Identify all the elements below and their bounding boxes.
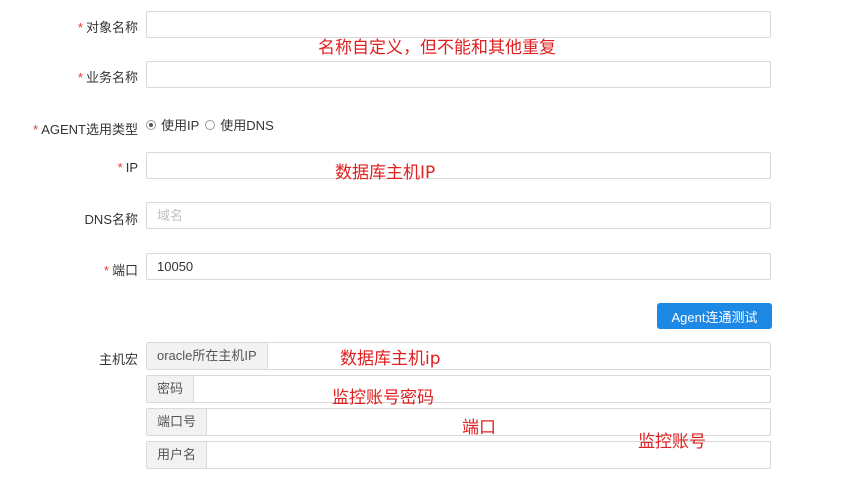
radio-use-dns-label[interactable]: 使用DNS bbox=[220, 115, 273, 134]
port-label: * 端口 bbox=[103, 263, 138, 278]
dns-name-label: DNS名称 bbox=[84, 212, 138, 227]
business-name-label: * 业务名称 bbox=[77, 70, 138, 85]
agent-connectivity-test-button[interactable]: Agent连通测试 bbox=[657, 303, 772, 329]
macro-key: 密码 bbox=[147, 376, 195, 402]
object-name-label: * 对象名称 bbox=[77, 20, 138, 35]
agent-type-label: * AGENT选用类型 bbox=[33, 122, 138, 137]
required-mark: * bbox=[117, 160, 123, 175]
annotation-name-note: 名称自定义，但不能和其他重复 bbox=[318, 38, 556, 58]
macro-key: 端口号 bbox=[147, 409, 208, 435]
port-input[interactable] bbox=[146, 253, 771, 280]
business-name-input[interactable] bbox=[146, 61, 771, 88]
annotation-macro-password-note: 监控账号密码 bbox=[332, 388, 434, 408]
ip-label: * IP bbox=[117, 160, 138, 175]
radio-use-ip-label[interactable]: 使用IP bbox=[161, 115, 199, 134]
radio-use-ip[interactable] bbox=[146, 119, 156, 130]
required-mark: * bbox=[33, 122, 39, 137]
annotation-macro-user-note: 监控账号 bbox=[638, 432, 706, 452]
annotation-macro-port-note: 端口 bbox=[462, 418, 496, 438]
macro-row-password: 密码 bbox=[146, 375, 771, 403]
required-mark: * bbox=[77, 20, 83, 35]
required-mark: * bbox=[103, 263, 109, 278]
radio-use-dns[interactable] bbox=[205, 119, 216, 130]
host-macro-label: 主机宏 bbox=[98, 352, 138, 367]
dns-name-input[interactable] bbox=[146, 202, 771, 229]
annotation-ip-note: 数据库主机IP bbox=[335, 163, 436, 183]
agent-type-radio-group: 使用IP 使用DNS bbox=[146, 115, 280, 134]
ip-input[interactable] bbox=[146, 152, 771, 179]
macro-value-input[interactable] bbox=[194, 376, 770, 402]
required-mark: * bbox=[77, 70, 83, 85]
macro-row-host-ip: oracle所在主机IP bbox=[146, 342, 771, 370]
annotation-macro-ip-note: 数据库主机ip bbox=[340, 349, 441, 369]
macro-key: oracle所在主机IP bbox=[147, 343, 268, 369]
macro-key: 用户名 bbox=[147, 442, 208, 468]
